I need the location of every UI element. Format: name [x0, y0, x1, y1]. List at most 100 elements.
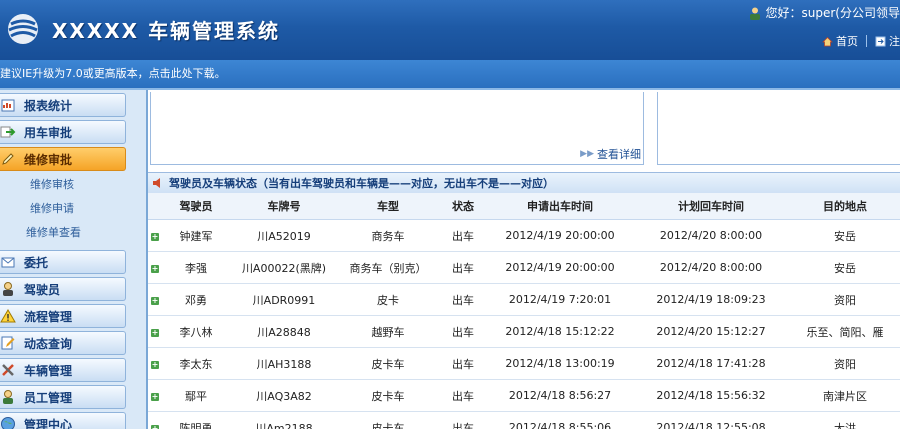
sidebar-item-repair-approval[interactable]: 维修审批 [0, 147, 126, 171]
cell-destination: 安岳 [790, 251, 900, 284]
cell-driver: 邓勇 [162, 283, 230, 316]
nav-divider [866, 35, 867, 47]
cell-status: 出车 [438, 347, 488, 380]
home-label: 首页 [836, 35, 858, 48]
top-nav: 首页 注 [822, 33, 900, 49]
sidebar-item-car-approval[interactable]: 用车审批 [0, 120, 126, 144]
col-plate: 车牌号 [230, 193, 338, 220]
top-panel-left: ▶▶ 查看详细 [150, 92, 644, 165]
submenu-repair-apply[interactable]: 维修申请 [0, 197, 146, 221]
status-table: 驾驶员 车牌号 车型 状态 申请出车时间 计划回车时间 目的地点 + 钟建军 川… [148, 193, 900, 429]
pencil-icon [2, 153, 14, 165]
cell-return-time: 2012/4/20 8:00:00 [632, 219, 790, 252]
cell-model: 商务车 [338, 219, 438, 252]
sidebar-item-dynamic-query[interactable]: 动态查询 [0, 331, 126, 355]
report-icon [1, 99, 15, 112]
edit-icon [1, 336, 15, 350]
cell-model: 皮卡车 [338, 379, 438, 412]
exit-link[interactable]: 注 [875, 33, 900, 49]
cell-model: 越野车 [338, 315, 438, 348]
cell-status: 出车 [438, 251, 488, 284]
table-row[interactable]: + 鄢平 川AQ3A82 皮卡车 出车 2012/4/18 8:56:27 20… [148, 379, 900, 412]
cell-plate: 川AH3188 [230, 347, 338, 380]
cell-destination: 南津片区 [790, 379, 900, 412]
col-destination: 目的地点 [790, 193, 900, 220]
cell-depart-time: 2012/4/18 8:55:06 [488, 411, 632, 429]
cell-plate: 川A28848 [230, 315, 338, 348]
expand-plus-icon[interactable]: + [151, 329, 159, 337]
cell-model: 皮卡车 [338, 411, 438, 429]
table-row[interactable]: + 钟建军 川A52019 商务车 出车 2012/4/19 20:00:00 … [148, 219, 900, 252]
cell-model: 皮卡车 [338, 347, 438, 380]
view-details-label: 查看详细 [597, 148, 641, 161]
home-link[interactable]: 首页 [822, 33, 858, 49]
submenu-repair-review[interactable]: 维修审核 [0, 173, 146, 197]
sidebar-item-delegate[interactable]: 委托 [0, 250, 126, 274]
table-row[interactable]: + 李太东 川AH3188 皮卡车 出车 2012/4/18 13:00:19 … [148, 347, 900, 380]
expand-plus-icon[interactable]: + [151, 361, 159, 369]
section-title: 驾驶员及车辆状态（当有出车驾驶员和车辆是——对应，无出车不是——对应） [169, 177, 554, 190]
expand-plus-icon[interactable]: + [151, 265, 159, 273]
globe-logo-icon [8, 14, 38, 44]
sidebar-item-workflow[interactable]: 流程管理 [0, 304, 126, 328]
col-model: 车型 [338, 193, 438, 220]
repair-submenu: 维修审核 维修申请 维修单查看 [0, 171, 146, 247]
cell-plate: 川Am2188 [230, 411, 338, 429]
cell-driver: 李八林 [162, 315, 230, 348]
cell-return-time: 2012/4/20 15:12:27 [632, 315, 790, 348]
sidebar-item-vehicle-mgmt[interactable]: 车辆管理 [0, 358, 126, 382]
expand-plus-icon[interactable]: + [151, 233, 159, 241]
cell-return-time: 2012/4/18 17:41:28 [632, 347, 790, 380]
cell-destination: 资阳 [790, 283, 900, 316]
table-row[interactable]: + 陈明勇 川Am2188 皮卡车 出车 2012/4/18 8:55:06 2… [148, 411, 900, 429]
speaker-icon [153, 178, 160, 188]
table-row[interactable]: + 李八林 川A28848 越野车 出车 2012/4/18 15:12:22 … [148, 315, 900, 348]
sidebar: 报表统计 用车审批 维修审批 维修审核 维修申请 维修单查看 委托 驾驶员 流程… [0, 90, 148, 429]
cell-driver: 李强 [162, 251, 230, 284]
envelope-icon [1, 257, 15, 268]
cell-return-time: 2012/4/18 12:55:08 [632, 411, 790, 429]
col-driver: 驾驶员 [162, 193, 230, 220]
driver-icon [3, 282, 13, 296]
sidebar-item-report[interactable]: 报表统计 [0, 93, 126, 117]
cell-model: 商务车（别克） [338, 251, 438, 284]
tools-icon [2, 364, 14, 376]
home-icon [822, 36, 833, 46]
sidebar-item-driver[interactable]: 驾驶员 [0, 277, 126, 301]
view-details-link[interactable]: ▶▶ 查看详细 [580, 146, 641, 162]
exit-icon [875, 36, 886, 46]
col-return-time: 计划回车时间 [632, 193, 790, 220]
cell-driver: 陈明勇 [162, 411, 230, 429]
table-row[interactable]: + 邓勇 川ADR0991 皮卡 出车 2012/4/19 7:20:01 20… [148, 283, 900, 316]
table-header-row: 驾驶员 车牌号 车型 状态 申请出车时间 计划回车时间 目的地点 [148, 193, 900, 220]
top-panel-right [657, 92, 900, 165]
cell-plate: 川ADR0991 [230, 283, 338, 316]
cell-model: 皮卡 [338, 283, 438, 316]
cell-status: 出车 [438, 379, 488, 412]
expand-plus-icon[interactable]: + [151, 393, 159, 401]
col-status: 状态 [438, 193, 488, 220]
welcome-text: 您好：super(分公司领导 [748, 4, 900, 21]
cell-status: 出车 [438, 411, 488, 429]
sidebar-item-admin-center[interactable]: 管理中心 [0, 412, 126, 429]
expand-plus-icon[interactable]: + [151, 297, 159, 305]
cell-status: 出车 [438, 219, 488, 252]
submenu-repair-list[interactable]: 维修单查看 [0, 221, 146, 245]
cell-depart-time: 2012/4/18 15:12:22 [488, 315, 632, 348]
ie-upgrade-notice[interactable]: 建议IE升级为7.0或更高版本，点击此处下载。 [0, 60, 900, 90]
cell-plate: 川A52019 [230, 219, 338, 252]
cell-destination: 大洪 [790, 411, 900, 429]
sidebar-item-staff-mgmt[interactable]: 员工管理 [0, 385, 126, 409]
col-expand [148, 193, 162, 220]
exit-label: 注 [889, 35, 900, 48]
cell-driver: 李太东 [162, 347, 230, 380]
expand-plus-icon[interactable]: + [151, 425, 159, 429]
table-row[interactable]: + 李强 川A00022(黑牌) 商务车（别克） 出车 2012/4/19 20… [148, 251, 900, 284]
driver-vehicle-table: 驾驶员 车牌号 车型 状态 申请出车时间 计划回车时间 目的地点 + 钟建军 川… [148, 193, 900, 429]
cell-depart-time: 2012/4/19 20:00:00 [488, 219, 632, 252]
col-depart-time: 申请出车时间 [488, 193, 632, 220]
cell-driver: 鄢平 [162, 379, 230, 412]
warning-icon [0, 309, 16, 323]
cell-status: 出车 [438, 283, 488, 316]
cell-destination: 资阳 [790, 347, 900, 380]
